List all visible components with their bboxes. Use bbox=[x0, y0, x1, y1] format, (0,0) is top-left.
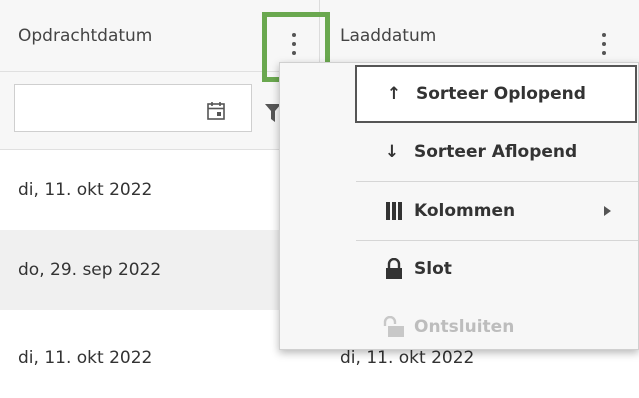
arrow-down-icon: ↓ bbox=[384, 142, 400, 162]
menu-item-label: Sorteer Oplopend bbox=[416, 84, 586, 104]
menu-item-lock[interactable]: Slot bbox=[280, 240, 638, 298]
data-grid: Opdrachtdatum Laaddatum di, 11. okt 2022… bbox=[0, 0, 639, 368]
column-header-label: Laaddatum bbox=[340, 26, 437, 46]
submenu-arrow-icon bbox=[604, 206, 611, 216]
menu-item-label: Kolommen bbox=[414, 201, 516, 221]
menu-item-label: Ontsluiten bbox=[414, 317, 515, 337]
menu-item-label: Sorteer Aflopend bbox=[414, 142, 578, 162]
calendar-icon[interactable] bbox=[206, 101, 226, 121]
lock-icon bbox=[386, 258, 402, 279]
menu-item-label: Slot bbox=[414, 259, 452, 279]
cell-opdrachtdatum: di, 11. okt 2022 bbox=[18, 180, 153, 200]
column-menu-kebab-icon[interactable] bbox=[600, 33, 608, 55]
menu-item-columns[interactable]: Kolommen bbox=[280, 182, 638, 240]
menu-item-unlock: Ontsluiten bbox=[280, 298, 638, 356]
menu-item-sort-ascending[interactable]: ↑ Sorteer Oplopend bbox=[355, 65, 637, 123]
cell-opdrachtdatum: do, 29. sep 2022 bbox=[18, 260, 162, 280]
column-header-label: Opdrachtdatum bbox=[18, 26, 153, 46]
cell-opdrachtdatum: di, 11. okt 2022 bbox=[18, 348, 153, 368]
columns-icon bbox=[386, 202, 402, 220]
unlock-icon bbox=[383, 316, 404, 337]
menu-item-sort-descending[interactable]: ↓ Sorteer Aflopend bbox=[280, 123, 638, 181]
arrow-up-icon: ↑ bbox=[386, 84, 402, 104]
column-context-menu: ↑ Sorteer Oplopend ↓ Sorteer Aflopend Ko… bbox=[279, 62, 639, 350]
